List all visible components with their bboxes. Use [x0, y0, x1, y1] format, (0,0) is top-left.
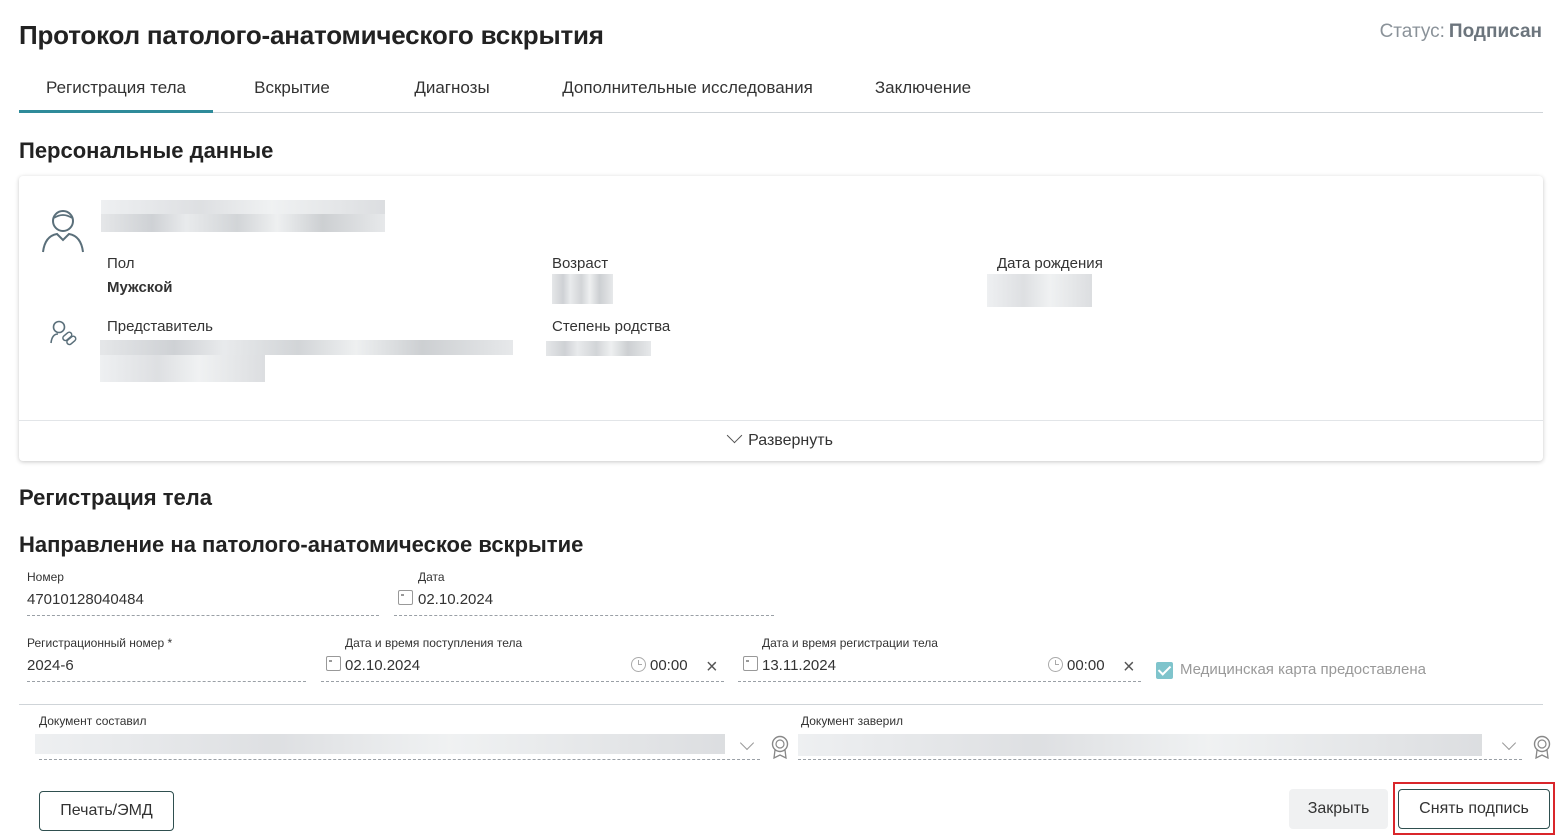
representative-icon: [50, 320, 77, 346]
clear-reg-datetime-icon[interactable]: ×: [1123, 657, 1135, 677]
personal-data-card: Пол Мужской Возраст Дата рождения Предст…: [19, 176, 1543, 461]
chevron-down-icon[interactable]: [1501, 735, 1517, 751]
number-label: Номер: [27, 570, 64, 584]
birthdate-value-redacted: [987, 274, 1092, 307]
close-button[interactable]: Закрыть: [1289, 789, 1388, 829]
certified-by-label: Документ заверил: [801, 714, 904, 728]
signature-seal-icon[interactable]: [1532, 735, 1552, 759]
reg-datetime-underline: [738, 681, 1141, 682]
composed-by-underline: [39, 759, 760, 760]
composed-by-label: Документ составил: [39, 714, 147, 728]
reg-time-field[interactable]: 00:00: [1067, 657, 1105, 674]
calendar-icon[interactable]: [326, 656, 341, 671]
arrival-underline: [321, 681, 724, 682]
calendar-icon[interactable]: [398, 590, 413, 605]
age-value-redacted: [552, 274, 613, 304]
status-label: Статус:: [1379, 21, 1445, 42]
composed-by-value-redacted[interactable]: [35, 734, 725, 754]
reg-datetime-label: Дата и время регистрации тела: [762, 636, 938, 650]
card-divider: [19, 420, 1543, 421]
tab-diagnoses[interactable]: Диагнозы: [384, 66, 520, 112]
patient-name-redacted-2: [101, 214, 385, 232]
clear-arrival-icon[interactable]: ×: [706, 657, 718, 677]
arrival-time-field[interactable]: 00:00: [650, 657, 688, 674]
age-label: Возраст: [552, 255, 609, 272]
reg-date-field[interactable]: 13.11.2024: [762, 657, 836, 674]
certified-by-value-redacted[interactable]: [798, 734, 1482, 756]
chevron-down-icon[interactable]: [739, 735, 755, 751]
tab-conclusion[interactable]: Заключение: [859, 66, 987, 112]
arrival-date-field[interactable]: 02.10.2024: [345, 657, 420, 674]
reg-number-underline: [27, 681, 306, 682]
section-separator: [19, 704, 1543, 705]
date-field-underline: [394, 615, 774, 616]
section-title-registration: Регистрация тела: [19, 485, 212, 510]
expand-label: Развернуть: [748, 432, 833, 449]
representative-value-redacted: [100, 340, 513, 355]
tab-bar: Регистрация тела Вскрытие Диагнозы Допол…: [19, 66, 1543, 113]
status-value: Подписан: [1448, 21, 1542, 42]
relation-label: Степень родства: [552, 318, 671, 335]
date-field[interactable]: 02.10.2024: [418, 591, 493, 608]
person-icon: [42, 210, 84, 253]
status-indicator: Статус: Подписан: [1380, 21, 1542, 43]
highlight-frame: [1393, 782, 1555, 835]
tab-additional-studies[interactable]: Дополнительные исследования: [546, 66, 829, 112]
reg-number-label: Регистрационный номер *: [27, 636, 173, 650]
date-label: Дата: [418, 570, 445, 584]
section-title-referral: Направление на патолого-анатомическое вс…: [19, 532, 584, 557]
clock-icon[interactable]: [1048, 657, 1063, 672]
relation-value-redacted: [546, 341, 651, 356]
certified-by-underline: [798, 759, 1522, 760]
gender-label: Пол: [107, 255, 135, 272]
tab-body-registration[interactable]: Регистрация тела: [19, 66, 213, 113]
medcard-checkbox[interactable]: [1156, 662, 1173, 679]
gender-value: Мужской: [107, 279, 173, 296]
birthdate-label: Дата рождения: [997, 255, 1103, 272]
expand-toggle[interactable]: Развернуть: [19, 427, 1543, 450]
representative-label: Представитель: [107, 318, 213, 335]
print-emd-button[interactable]: Печать/ЭМД: [39, 791, 174, 831]
page-title: Протокол патолого-анатомического вскрыти…: [19, 20, 604, 50]
calendar-icon[interactable]: [743, 656, 758, 671]
number-field-underline: [27, 615, 379, 616]
reg-number-field[interactable]: 2024-6: [27, 657, 74, 674]
number-field[interactable]: 47010128040484: [27, 591, 144, 608]
signature-seal-icon[interactable]: [770, 735, 790, 759]
chevron-down-icon: [726, 427, 743, 444]
section-title-personal: Персональные данные: [19, 138, 274, 163]
medcard-label: Медицинская карта предоставлена: [1180, 661, 1427, 678]
representative-value-redacted-2: [100, 355, 265, 382]
tab-autopsy[interactable]: Вскрытие: [224, 66, 360, 112]
patient-name-redacted: [101, 200, 385, 214]
arrival-label: Дата и время поступления тела: [345, 636, 523, 650]
clock-icon[interactable]: [631, 657, 646, 672]
